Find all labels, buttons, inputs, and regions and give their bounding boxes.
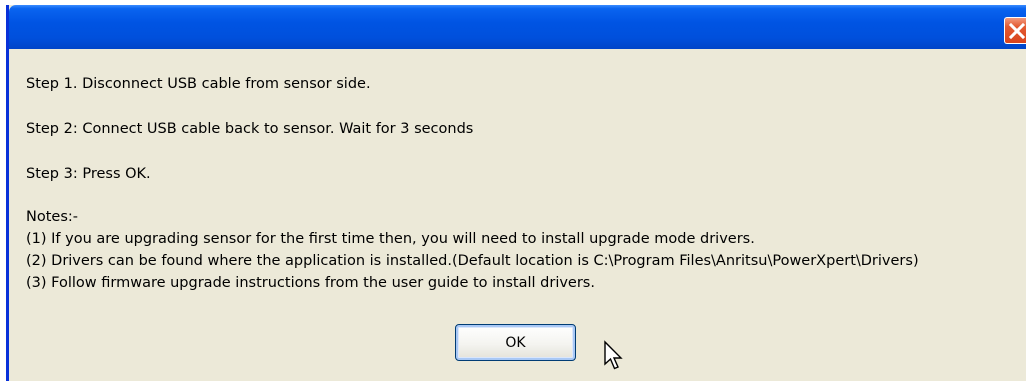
close-button[interactable] (1004, 17, 1026, 44)
note-2-text: (2) Drivers can be found where the appli… (26, 253, 919, 269)
mouse-pointer-icon (604, 340, 623, 370)
title-bar[interactable] (9, 5, 1026, 49)
step-2-text: Step 2: Connect USB cable back to sensor… (26, 121, 474, 137)
notes-heading: Notes:- (26, 209, 78, 225)
note-3-text: (3) Follow firmware upgrade instructions… (26, 275, 595, 291)
ok-button[interactable]: OK (455, 324, 576, 361)
note-1-text: (1) If you are upgrading sensor for the … (26, 231, 755, 247)
step-3-text: Step 3: Press OK. (26, 166, 151, 182)
close-icon (1008, 22, 1026, 40)
step-1-text: Step 1. Disconnect USB cable from sensor… (26, 76, 371, 92)
